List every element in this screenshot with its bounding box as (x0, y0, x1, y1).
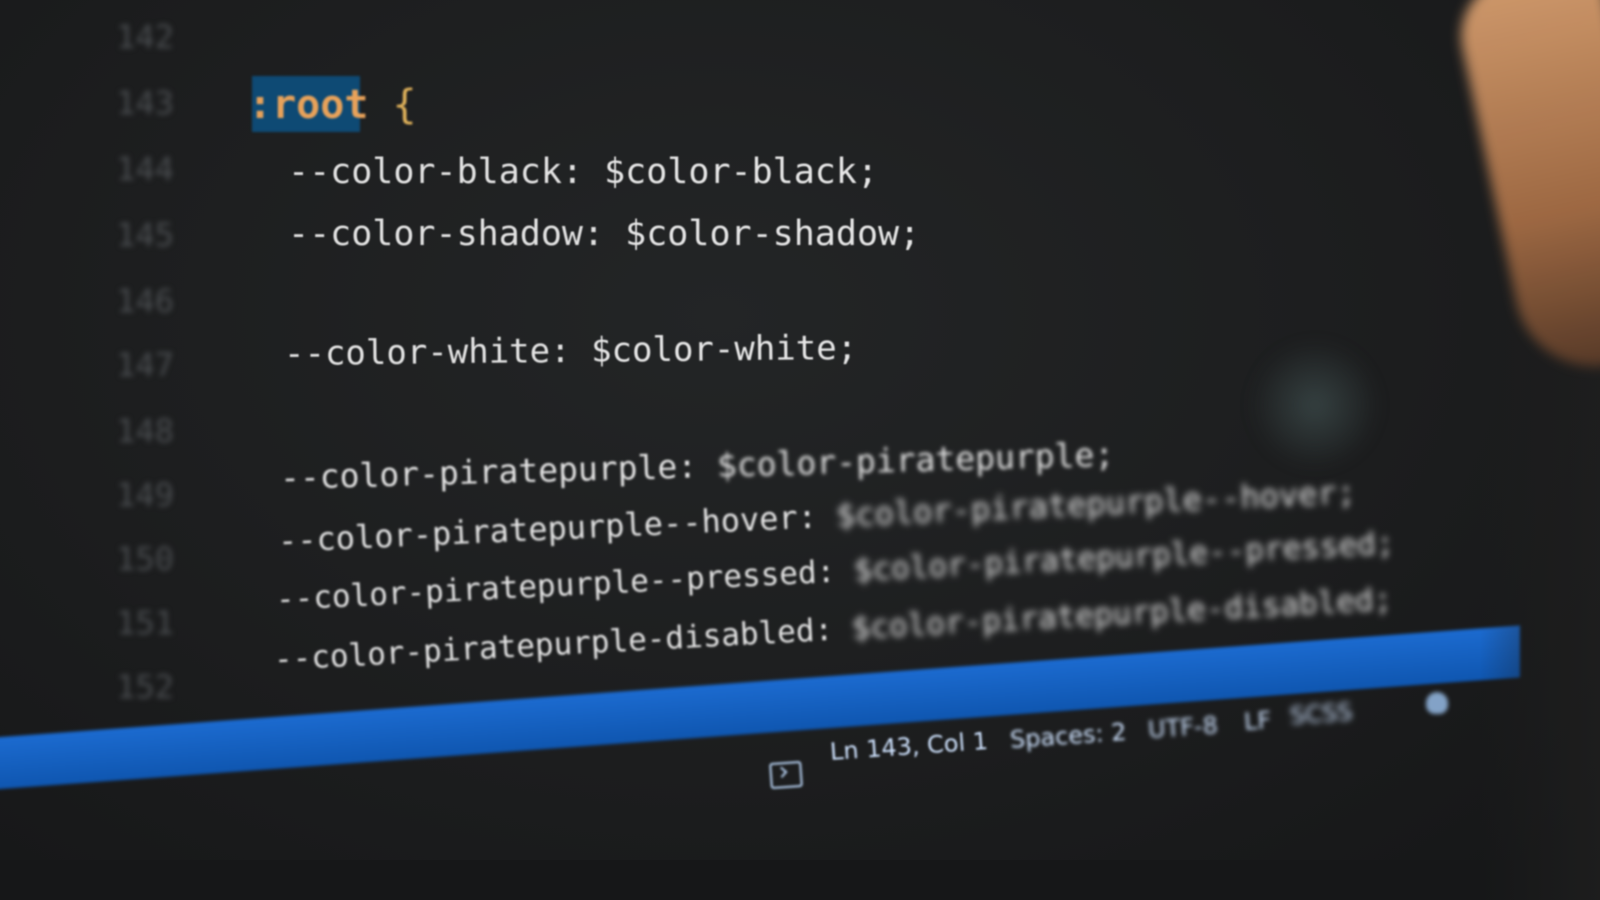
css-value: $color-piratepurple-disabled; (850, 581, 1394, 647)
code-line[interactable]: --color-black: $color-black; (288, 152, 878, 192)
css-property: --color-white: (283, 331, 571, 374)
bell-icon[interactable] (1426, 692, 1448, 714)
line-number: 148 (116, 412, 174, 450)
line-number: 149 (116, 476, 174, 514)
css-property: --color-piratepurple--hover: (277, 497, 818, 560)
line-number: 150 (116, 540, 174, 578)
line-number: 142 (116, 18, 174, 56)
line-number: 147 (116, 346, 174, 384)
line-number: 146 (116, 282, 174, 320)
line-number: 143 (116, 84, 174, 122)
screen-glare (1250, 340, 1380, 470)
code-line[interactable]: --color-white: $color-white; (284, 328, 858, 374)
css-value: $color-piratepurple; (716, 434, 1115, 485)
css-property: --color-piratepurple--pressed: (275, 553, 837, 618)
terminal-icon[interactable] (769, 760, 803, 790)
line-number: 152 (116, 668, 174, 706)
line-number: 144 (116, 150, 174, 188)
line-number: 151 (116, 604, 174, 642)
monitor-bezel (0, 860, 1600, 900)
code-line[interactable]: --color-piratepurple: $color-piratepurpl… (279, 435, 1114, 497)
css-value: $color-black; (604, 152, 879, 192)
css-value: $color-white; (590, 327, 858, 371)
css-value: $color-piratepurple--hover; (835, 473, 1357, 535)
screen-photo: 142 143 144 145 146 147 148 149 150 151 … (0, 0, 1600, 900)
language-mode[interactable]: SCSS (1289, 698, 1353, 730)
line-number: 145 (116, 216, 174, 254)
encoding-setting[interactable]: UTF-8 (1147, 711, 1219, 744)
css-property: --color-piratepurple: (279, 446, 698, 497)
css-selector: :root (248, 82, 369, 128)
css-value: $color-shadow; (625, 214, 921, 254)
eol-setting[interactable]: LF (1243, 706, 1272, 736)
css-value: $color-piratepurple--pressed; (852, 525, 1396, 589)
open-brace: { (392, 82, 417, 128)
css-property: --color-piratepurple-disabled: (273, 611, 835, 678)
code-line-root[interactable]: :root { (248, 82, 417, 128)
code-line[interactable]: --color-shadow: $color-shadow; (288, 214, 920, 254)
css-property: --color-black: (288, 152, 584, 192)
css-property: --color-shadow: (288, 214, 605, 254)
